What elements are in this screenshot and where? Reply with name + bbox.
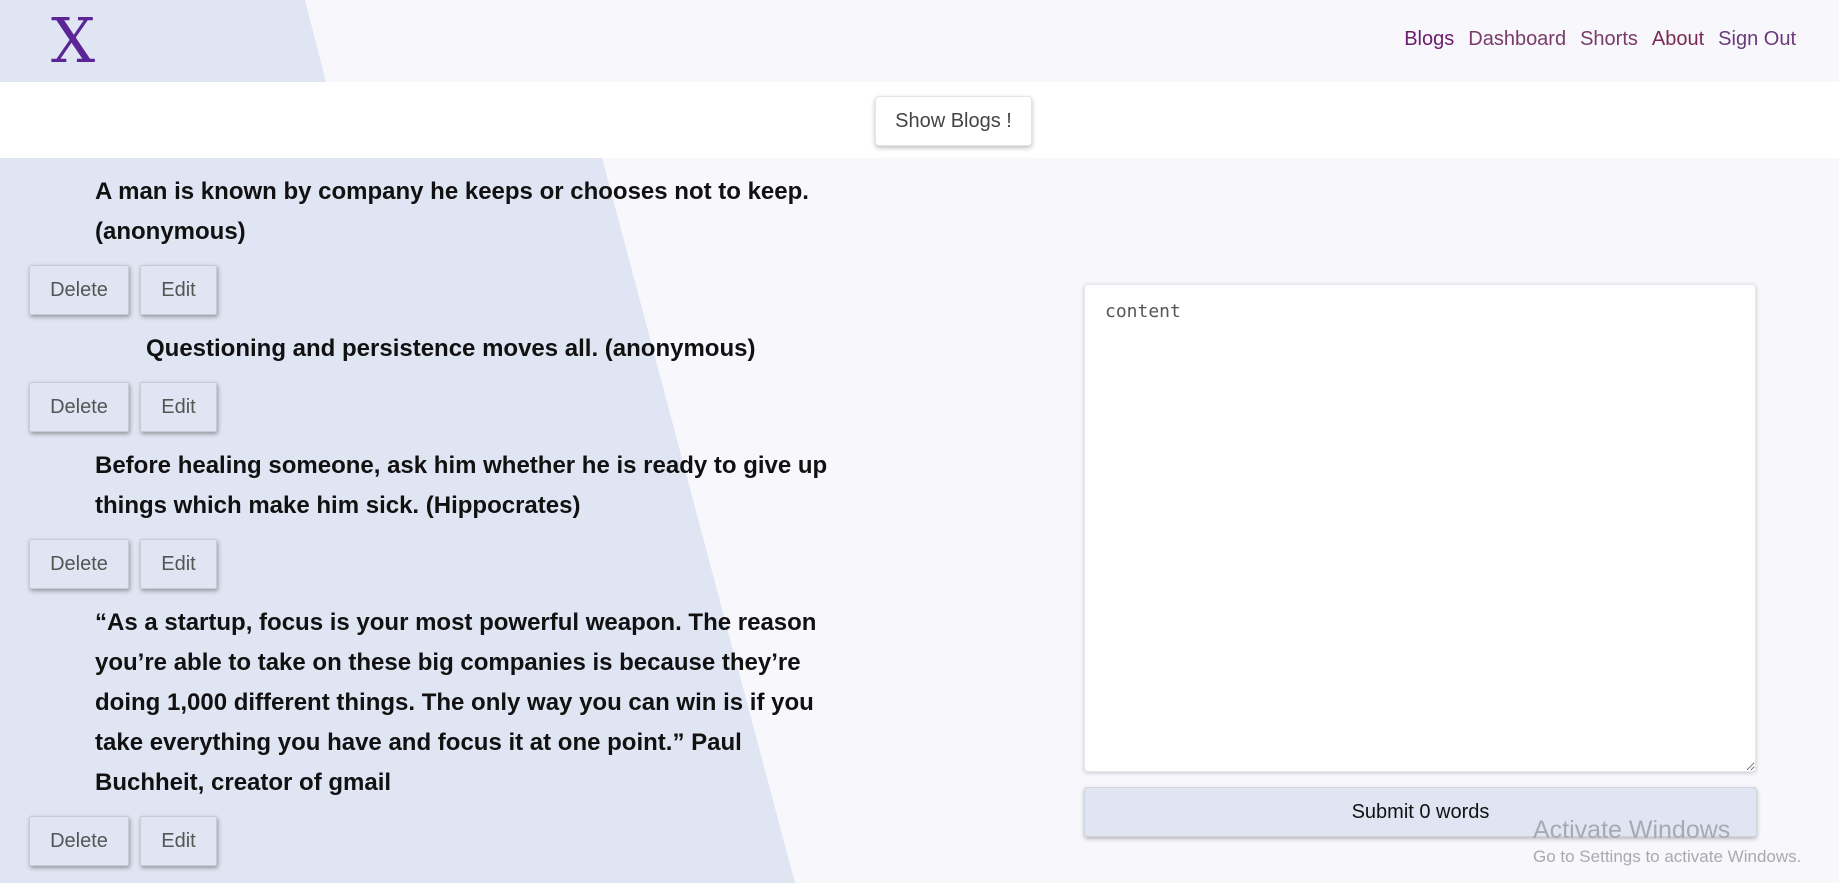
- edit-button[interactable]: Edit: [140, 265, 217, 315]
- show-blogs-button[interactable]: Show Blogs !: [875, 96, 1032, 146]
- post-text: A man is known by company he keeps or ch…: [95, 178, 809, 245]
- nav-about[interactable]: About: [1652, 28, 1704, 51]
- delete-button[interactable]: Delete: [29, 382, 129, 432]
- content-textarea[interactable]: [1084, 284, 1756, 772]
- edit-button[interactable]: Edit: [140, 539, 217, 589]
- post-text: Before healing someone, ask him whether …: [95, 452, 828, 519]
- post-text: Questioning and persistence moves all. (…: [146, 335, 756, 362]
- edit-button[interactable]: Edit: [140, 816, 217, 866]
- nav-sign-out[interactable]: Sign Out: [1718, 28, 1796, 51]
- delete-button[interactable]: Delete: [29, 539, 129, 589]
- nav-dashboard[interactable]: Dashboard: [1468, 28, 1566, 51]
- nav-shorts[interactable]: Shorts: [1580, 28, 1638, 51]
- activate-windows-watermark: Activate Windows Go to Settings to activ…: [1533, 815, 1801, 869]
- logo[interactable]: X: [51, 6, 95, 76]
- watermark-subtitle: Go to Settings to activate Windows.: [1533, 847, 1802, 866]
- delete-button[interactable]: Delete: [29, 265, 129, 315]
- edit-button[interactable]: Edit: [140, 382, 217, 432]
- watermark-title: Activate Windows: [1533, 816, 1731, 844]
- top-nav: Blogs Dashboard Shorts About Sign Out: [1404, 28, 1796, 51]
- nav-blogs[interactable]: Blogs: [1404, 28, 1454, 51]
- post-text: “As a startup, focus is your most powerf…: [95, 609, 817, 796]
- header: X Blogs Dashboard Shorts About Sign Out: [0, 0, 1839, 82]
- delete-button[interactable]: Delete: [29, 816, 129, 866]
